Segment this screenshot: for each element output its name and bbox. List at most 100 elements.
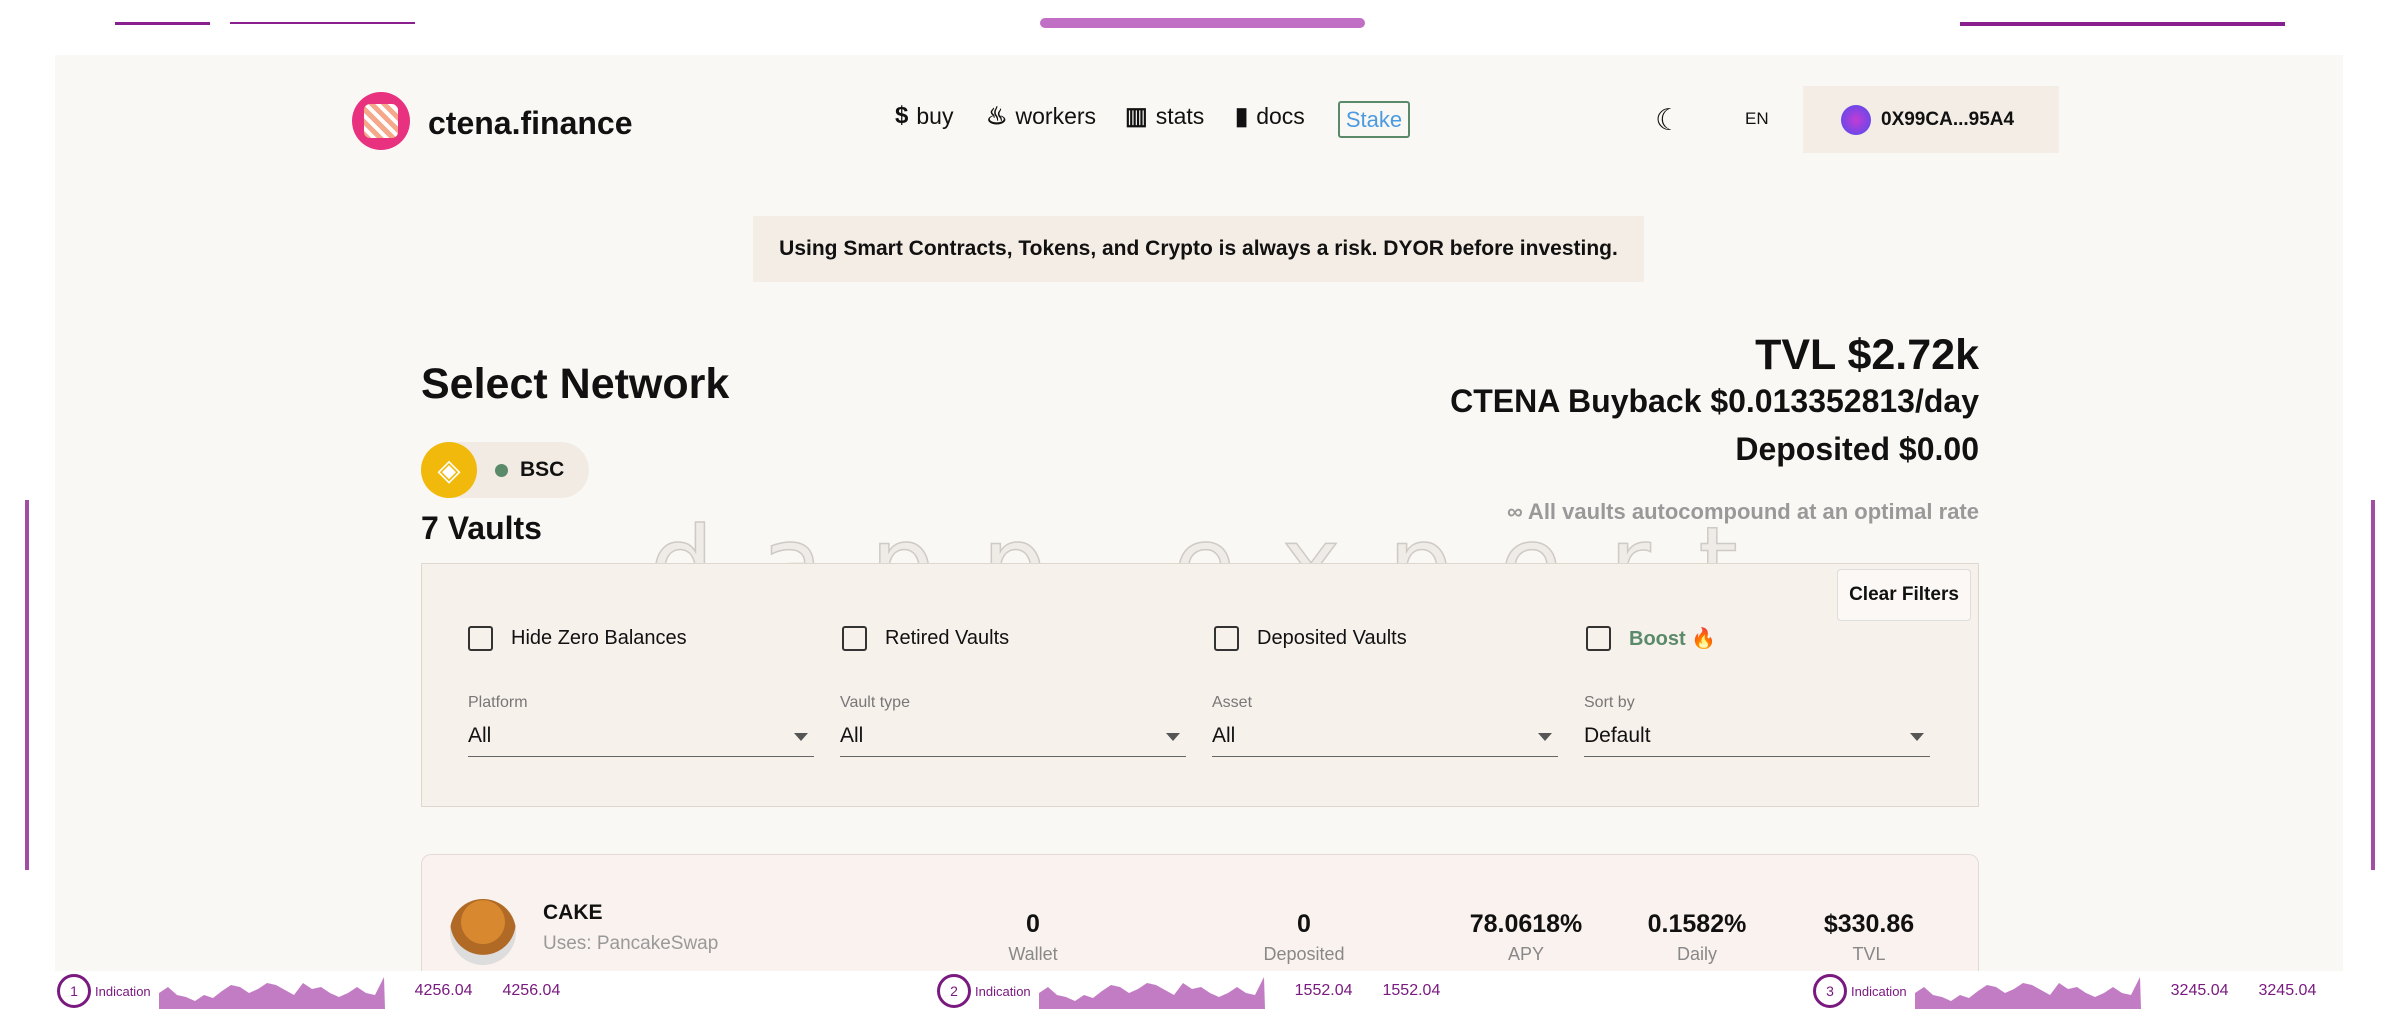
checkbox[interactable] xyxy=(468,626,493,651)
select-label: Asset xyxy=(1212,694,1253,711)
stat-daily: 0.1582% Daily xyxy=(1597,909,1797,965)
stat-apy: 78.0618% APY xyxy=(1426,909,1626,965)
filters-panel: Clear Filters Hide Zero Balances Retired… xyxy=(421,563,1979,807)
checkbox[interactable] xyxy=(1586,626,1611,651)
checkbox[interactable] xyxy=(1214,626,1239,651)
stat-value: 78.0618% xyxy=(1469,910,1583,938)
select-label: Vault type xyxy=(840,694,910,711)
sparkline xyxy=(1038,977,1265,1009)
nav-label: stats xyxy=(1155,103,1205,129)
sparkline-area xyxy=(158,977,385,1009)
vault-name: CAKE xyxy=(543,901,603,924)
checkbox-label: Retired Vaults xyxy=(885,627,1010,649)
asset-select[interactable]: Asset All xyxy=(1212,694,1558,757)
stat-deposited: 0 Deposited xyxy=(1204,909,1404,965)
indicator-number: 2 xyxy=(937,974,971,1008)
stat-value: 0 xyxy=(1297,910,1311,938)
hand-coin-icon: ♨ xyxy=(986,103,1008,130)
side-decoration-right xyxy=(2371,500,2375,870)
top-decoration xyxy=(115,22,210,25)
indicator-value: 4256.04 xyxy=(414,982,473,999)
vault-platform: Uses: PancakeSwap xyxy=(543,933,719,954)
deposited-total: Deposited $0.00 xyxy=(1735,431,1979,467)
stat-label: TVL xyxy=(1852,944,1886,964)
autocompound-note: ∞ All vaults autocompound at an optimal … xyxy=(1506,499,1979,524)
brand-logo[interactable] xyxy=(352,92,410,150)
bnb-icon: ◈ xyxy=(421,442,477,498)
indicator-number: 3 xyxy=(1813,974,1847,1008)
indicator-number: 1 xyxy=(57,974,91,1008)
checkbox-label: Deposited Vaults xyxy=(1257,627,1407,649)
indicator-label: Indication xyxy=(975,983,1031,999)
nav-stats[interactable]: ▥ stats xyxy=(1125,102,1204,131)
sparkline-area xyxy=(1914,977,2141,1009)
select-value[interactable]: All xyxy=(468,724,814,757)
theme-toggle-moon-icon[interactable]: ☾ xyxy=(1655,103,1682,138)
indicator-3: 3 Indication 3245.04 3245.04 xyxy=(1813,973,2316,1009)
pancake-icon xyxy=(450,899,516,965)
nav-label: workers xyxy=(1015,103,1097,129)
nav-workers[interactable]: ♨ workers xyxy=(986,102,1096,131)
stat-label: Deposited xyxy=(1263,944,1345,964)
nav-buy[interactable]: $ buy xyxy=(895,102,953,130)
clear-filters-button[interactable]: Clear Filters xyxy=(1837,569,1971,621)
boost-checkbox[interactable]: Boost 🔥 xyxy=(1586,626,1716,651)
checkbox-label: Boost 🔥 xyxy=(1629,628,1717,650)
buyback-rate: CTENA Buyback $0.013352813/day xyxy=(1450,383,1979,419)
side-decoration-left xyxy=(25,500,29,870)
nav-label: buy xyxy=(916,102,954,129)
checkbox-label: Hide Zero Balances xyxy=(511,627,687,649)
nav-label: docs xyxy=(1256,103,1305,129)
wallet-button[interactable]: 0X99CA...95A4 xyxy=(1803,86,2059,153)
network-label: BSC xyxy=(520,458,565,481)
wallet-avatar xyxy=(1841,104,1871,135)
indicator-label: Indication xyxy=(1851,983,1907,999)
select-value[interactable]: All xyxy=(1212,724,1558,757)
stat-label: Wallet xyxy=(1008,944,1058,964)
stat-label: Daily xyxy=(1676,944,1717,964)
app-window: ctena.finance $ buy ♨ workers ▥ stats ▮ docs… xyxy=(55,55,2343,971)
top-decoration xyxy=(1960,22,2285,26)
top-decoration xyxy=(230,22,415,24)
brand-name[interactable]: ctena.finance xyxy=(428,105,633,142)
indicator-2: 2 Indication 1552.04 1552.04 xyxy=(937,973,1440,1009)
nav-docs[interactable]: ▮ docs xyxy=(1235,102,1305,131)
risk-banner: Using Smart Contracts, Tokens, and Crypt… xyxy=(753,216,1644,282)
status-dot xyxy=(495,463,508,477)
dollar-icon: $ xyxy=(895,102,909,129)
indicator-label: Indication xyxy=(95,983,151,999)
page-title: Select Network xyxy=(421,360,730,408)
select-value[interactable]: All xyxy=(840,724,1186,757)
indicator-value: 3245.04 xyxy=(2170,982,2229,999)
network-bsc-button[interactable]: ◈ BSC xyxy=(421,442,589,498)
select-label: Sort by xyxy=(1584,694,1635,711)
retired-vaults-checkbox[interactable]: Retired Vaults xyxy=(842,626,1009,651)
bar-chart-icon: ▥ xyxy=(1125,103,1148,130)
stat-value: 0 xyxy=(1026,910,1040,938)
vault-card-cake[interactable]: CAKE Uses: PancakeSwap 0 Wallet 0 Deposite… xyxy=(421,854,1979,971)
vault-type-select[interactable]: Vault type All xyxy=(840,694,1186,757)
sparkline xyxy=(1914,977,2141,1009)
indicator-1: 1 Indication 4256.04 4256.04 xyxy=(57,973,560,1009)
sparkline-area xyxy=(1038,977,1265,1009)
indicator-value: 3245.04 xyxy=(2258,982,2317,999)
stat-label: APY xyxy=(1507,944,1545,964)
language-selector[interactable]: EN xyxy=(1745,109,1769,129)
checkbox[interactable] xyxy=(842,626,867,651)
sort-by-select[interactable]: Sort by Default xyxy=(1584,694,1930,757)
hide-zero-balances-checkbox[interactable]: Hide Zero Balances xyxy=(468,626,687,651)
indicator-value: 4256.04 xyxy=(502,982,561,999)
stat-tvl: $330.86 TVL xyxy=(1769,909,1969,965)
indicator-value: 1552.04 xyxy=(1382,982,1441,999)
book-icon: ▮ xyxy=(1235,103,1249,130)
platform-select[interactable]: Platform All xyxy=(468,694,814,757)
indicator-value: 1552.04 xyxy=(1294,982,1353,999)
stake-button[interactable]: Stake xyxy=(1338,101,1410,138)
select-value[interactable]: Default xyxy=(1584,724,1930,757)
tvl-total: TVL $2.72k xyxy=(1755,331,1979,379)
deposited-vaults-checkbox[interactable]: Deposited Vaults xyxy=(1214,626,1407,651)
stat-wallet: 0 Wallet xyxy=(933,909,1133,965)
stat-value: 0.1582% xyxy=(1647,910,1747,938)
vault-count: 7 Vaults xyxy=(421,510,542,546)
sparkline xyxy=(158,977,385,1009)
